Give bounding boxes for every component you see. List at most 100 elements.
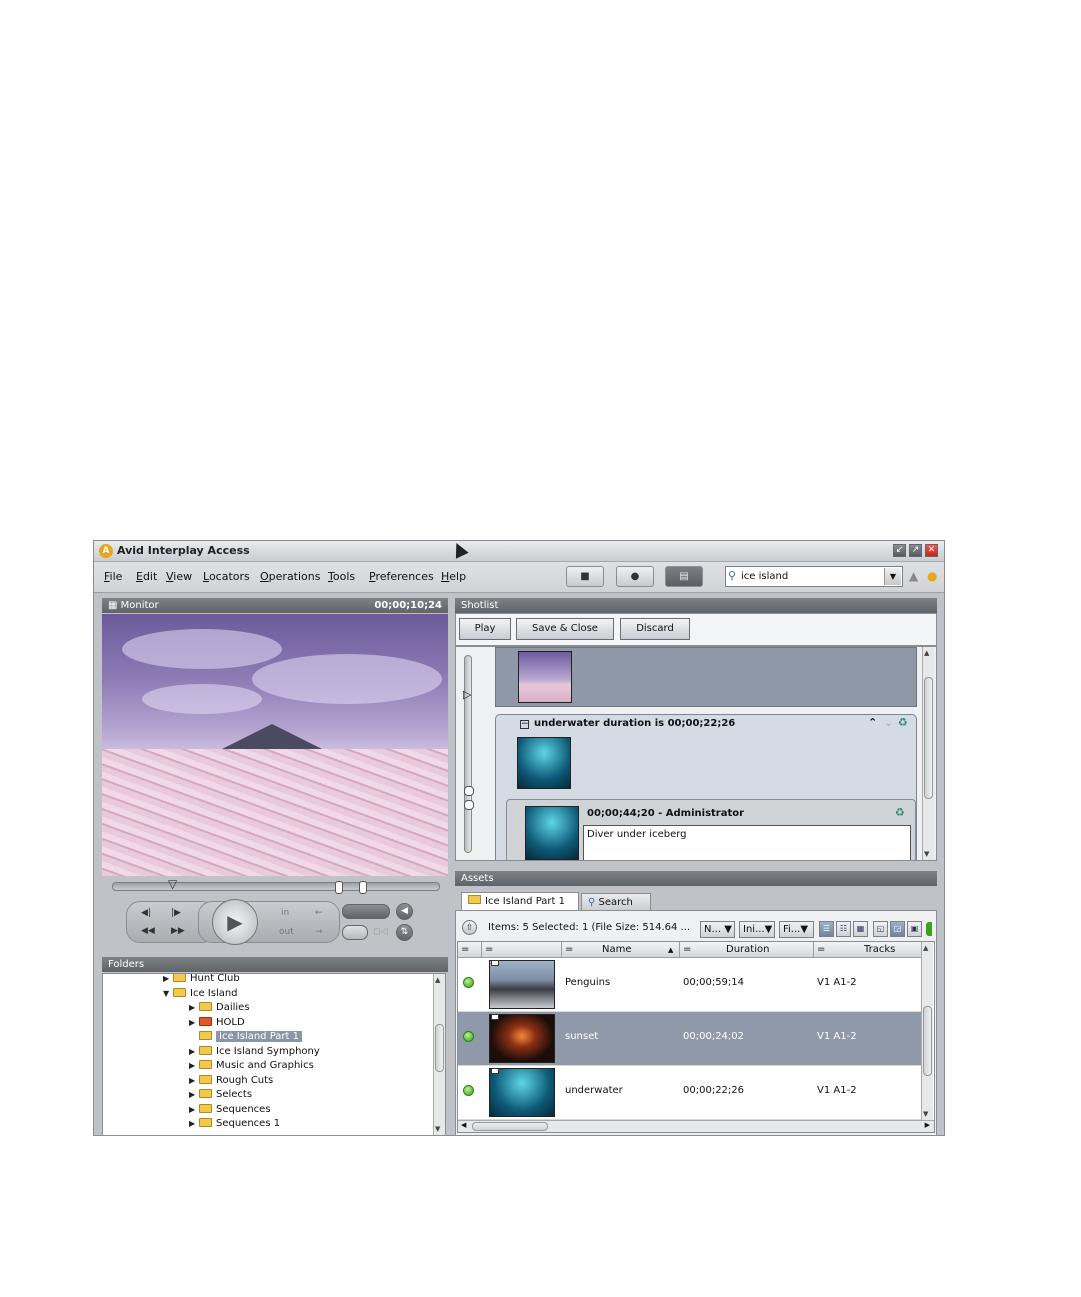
filter-dropdown-name[interactable]: N... ▼ — [700, 921, 735, 938]
in-mark-handle[interactable] — [335, 881, 343, 894]
tree-item[interactable]: ▶ Music and Graphics — [189, 1059, 314, 1073]
assets-horizontal-scrollbar[interactable]: ◀ ▶ — [458, 1120, 934, 1132]
menu-edit[interactable]: Edit — [136, 570, 157, 583]
position-bar[interactable]: ▽ — [112, 877, 440, 894]
menu-file[interactable]: File — [104, 570, 122, 583]
search-dropdown-button[interactable]: ▼ — [884, 568, 901, 585]
collapsed-arrow-icon[interactable]: ▶ — [189, 1045, 199, 1059]
scroll-down-icon[interactable]: ▼ — [924, 850, 929, 858]
column-status[interactable]: = — [458, 942, 482, 958]
menu-help[interactable]: Help — [441, 570, 466, 583]
fast-forward-icon[interactable]: ▶▶ — [171, 926, 185, 936]
search-input[interactable]: ⚲ ice island ▼ — [725, 566, 903, 587]
audio-toggle-icon[interactable]: ◻◁ — [373, 927, 387, 937]
column-name[interactable]: = Name ▲ — [562, 942, 680, 958]
rewind-icon[interactable]: ◀◀ — [141, 926, 155, 936]
tree-item[interactable]: ▶ Ice Island Symphony — [189, 1045, 320, 1059]
menu-preferences[interactable]: Preferences — [369, 570, 434, 583]
column-duration[interactable]: = Duration — [680, 942, 814, 958]
tree-item[interactable]: ▼ Ice Island — [163, 987, 238, 1001]
thumbnail-view-icon[interactable]: ▦ — [853, 921, 868, 937]
scroll-down-icon[interactable]: ▼ — [435, 1125, 440, 1133]
medium-frame-icon[interactable]: ◲ — [890, 921, 905, 937]
scroll-thumb[interactable] — [924, 677, 933, 799]
filter-dropdown-file[interactable]: Fi...▼ — [779, 921, 814, 938]
scroll-up-icon[interactable]: ▲ — [924, 649, 929, 657]
shot-item-selected[interactable] — [495, 647, 917, 707]
tree-item[interactable]: ▶ Selects — [189, 1088, 252, 1102]
timeline-mark-handle[interactable] — [464, 800, 474, 810]
shot-group[interactable]: − underwater duration is 00;00;22;26 ⌃ ⌄… — [495, 714, 917, 860]
tab-search[interactable]: ⚲ Search — [581, 893, 651, 911]
collapsed-arrow-icon[interactable]: ▶ — [189, 1074, 199, 1088]
sync-icon[interactable]: ⇅ — [396, 924, 413, 941]
collapse-icon[interactable]: − — [520, 720, 529, 729]
collapsed-arrow-icon[interactable]: ▶ — [189, 1059, 199, 1073]
title-bar[interactable]: A Avid Interplay Access ↙ ↗ ✕ — [94, 541, 944, 562]
timeline-mark-handle[interactable] — [464, 786, 474, 796]
locator-view-button[interactable]: ● — [616, 566, 654, 587]
go-to-out-icon[interactable]: → — [315, 927, 323, 937]
mark-out-label[interactable]: out — [279, 927, 294, 937]
collapsed-arrow-icon[interactable]: ▶ — [163, 974, 173, 986]
save-close-button[interactable]: Save & Close — [516, 618, 614, 640]
add-locator-button[interactable] — [342, 925, 368, 940]
scroll-thumb[interactable] — [923, 1006, 932, 1076]
locator-item[interactable]: 00;00;44;20 - Administrator ♻ Diver unde… — [506, 799, 916, 860]
menu-tools[interactable]: Tools — [328, 570, 355, 583]
large-frame-icon[interactable]: ▣ — [907, 921, 922, 937]
scroll-down-icon[interactable]: ▼ — [923, 1110, 928, 1118]
step-forward-icon[interactable]: |▶ — [171, 908, 181, 918]
small-frame-icon[interactable]: ◱ — [873, 921, 888, 937]
scroll-up-icon[interactable]: ▲ — [923, 944, 928, 952]
step-back-icon[interactable]: ◀| — [141, 908, 151, 918]
close-button[interactable]: ✕ — [925, 544, 938, 557]
volume-icon[interactable]: ◀ — [396, 903, 413, 920]
delete-shot-icon[interactable]: ♻ — [898, 716, 908, 729]
out-mark-handle[interactable] — [359, 881, 367, 894]
menu-locators[interactable]: Locators — [203, 570, 250, 583]
scroll-thumb[interactable] — [472, 1122, 548, 1131]
collapsed-arrow-icon[interactable]: ▶ — [189, 1001, 199, 1015]
tree-item[interactable]: ▶ HOLD — [189, 1016, 245, 1030]
mark-in-label[interactable]: in — [281, 908, 289, 918]
table-row[interactable]: Penguins 00;00;59;14 V1 A1-2 — [458, 958, 921, 1012]
column-thumbnail[interactable]: = — [482, 942, 562, 958]
minimize-button[interactable]: ↙ — [893, 544, 906, 557]
table-row[interactable]: sunset 00;00;24;02 V1 A1-2 — [458, 1012, 921, 1066]
table-row[interactable]: underwater 00;00;22;26 V1 A1-2 — [458, 1066, 921, 1120]
folder-view-button[interactable]: ■ — [566, 566, 604, 587]
expanded-arrow-icon[interactable]: ▼ — [163, 987, 173, 1001]
scroll-right-icon[interactable]: ▶ — [925, 1121, 930, 1129]
scroll-thumb[interactable] — [435, 1024, 444, 1072]
delete-locator-icon[interactable]: ♻ — [895, 806, 905, 819]
tree-item[interactable]: ▶ Sequences — [189, 1103, 271, 1117]
move-down-icon[interactable]: ⌄ — [884, 716, 893, 729]
column-tracks[interactable]: = Tracks — [814, 942, 922, 958]
tree-item[interactable]: ▶ Sequences 1 — [189, 1117, 280, 1131]
shotlist-timeline-bar[interactable]: ▷ — [463, 655, 474, 853]
folder-tree-scrollbar[interactable]: ▲ ▼ — [433, 974, 445, 1135]
menu-view[interactable]: View — [166, 570, 192, 583]
collapsed-arrow-icon[interactable]: ▶ — [189, 1088, 199, 1102]
menu-operations[interactable]: Operations — [260, 570, 321, 583]
position-indicator-icon[interactable]: ▽ — [168, 877, 177, 891]
scroll-left-icon[interactable]: ◀ — [461, 1121, 466, 1129]
assets-vertical-scrollbar[interactable]: ▲ ▼ — [921, 942, 933, 1120]
maximize-button[interactable]: ↗ — [909, 544, 922, 557]
tab-ice-island-part-1[interactable]: Ice Island Part 1 — [461, 892, 579, 910]
tree-item[interactable]: ▶ Hunt Club — [163, 974, 240, 986]
go-to-in-icon[interactable]: ← — [315, 908, 323, 918]
tree-item[interactable]: ▶ Rough Cuts — [189, 1074, 273, 1088]
timeline-indicator-icon[interactable]: ▷ — [463, 688, 471, 701]
details-view-icon[interactable]: ☷ — [836, 921, 851, 937]
collapsed-arrow-icon[interactable]: ▶ — [189, 1016, 199, 1030]
jog-shuttle-button[interactable] — [342, 904, 390, 919]
scroll-up-icon[interactable]: ▲ — [435, 976, 440, 984]
play-shotlist-button[interactable]: Play — [459, 618, 511, 640]
tree-item[interactable]: Ice Island Part 1 — [189, 1030, 302, 1044]
list-view-icon[interactable]: ☰ — [819, 921, 834, 937]
up-folder-icon[interactable]: ⇧ — [462, 920, 477, 935]
move-up-icon[interactable]: ⌃ — [868, 716, 877, 729]
filter-dropdown-initial[interactable]: Ini...▼ — [739, 921, 775, 938]
